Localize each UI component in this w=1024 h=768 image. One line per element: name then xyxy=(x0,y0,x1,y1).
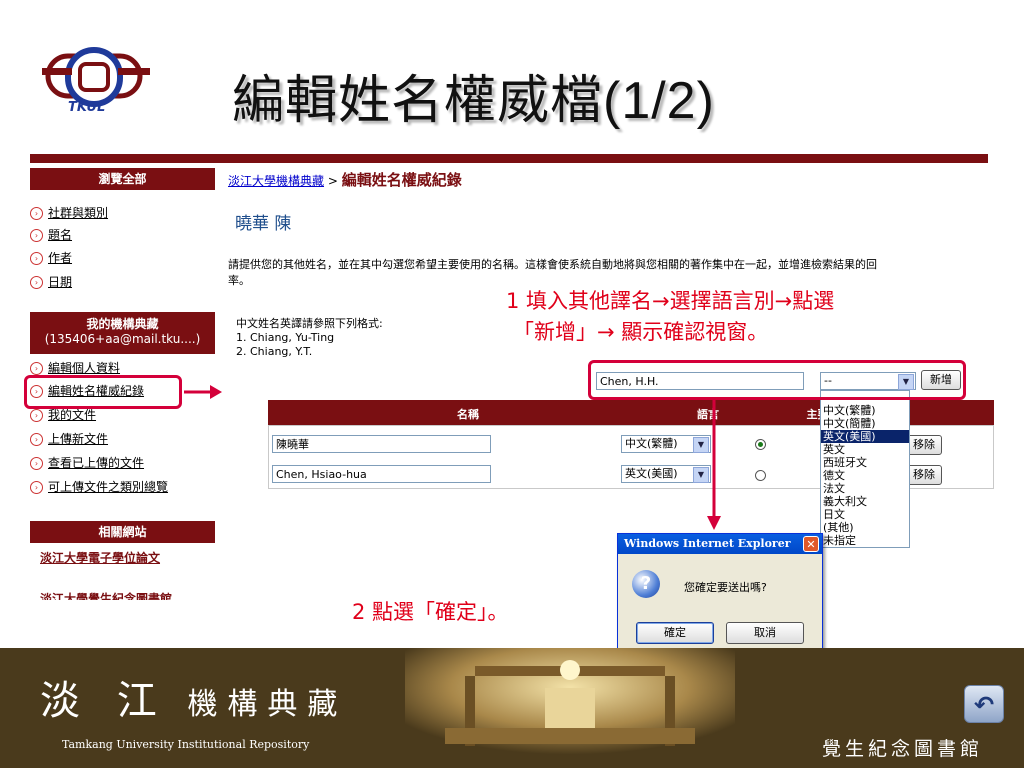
language-value: 中文(繁體) xyxy=(625,437,678,450)
remove-button[interactable]: 移除 xyxy=(906,435,942,455)
name-field[interactable]: 陳曉華 xyxy=(272,435,491,453)
link-etd[interactable]: 淡江大學電子學位論文 xyxy=(40,549,160,566)
format-example-2: 2. Chiang, Y.T. xyxy=(236,345,313,358)
sidebar-item-author[interactable]: › 作者 xyxy=(30,249,72,266)
format-label: 中文姓名英譯請參照下列格式: xyxy=(236,317,383,330)
logo-text: TKUL xyxy=(68,100,106,115)
dropdown-option[interactable]: 西班牙文 xyxy=(821,456,909,469)
dropdown-option[interactable]: 中文(簡體) xyxy=(821,417,909,430)
link-library[interactable]: 淡江大學覺生紀念圖書館 xyxy=(40,590,172,600)
dialog-title: Windows Internet Explorer xyxy=(618,534,822,554)
dropdown-option[interactable]: 英文 xyxy=(821,443,909,456)
language-select[interactable]: 英文(美國) ▼ xyxy=(621,465,711,483)
breadcrumb: 淡江大學機構典藏 > 編輯姓名權威紀錄 xyxy=(228,169,462,190)
person-name: 曉華 陳 xyxy=(235,214,292,234)
back-icon[interactable]: ↶ xyxy=(964,685,1004,723)
arrow-circle-icon: › xyxy=(30,433,43,446)
sidebar-item-community[interactable]: › 社群與類別 xyxy=(30,204,108,221)
library-name: 覺生紀念圖書館 xyxy=(822,738,984,760)
arrow-circle-icon: › xyxy=(30,409,43,422)
dropdown-option[interactable]: 義大利文 xyxy=(821,495,909,508)
dialog-message: 您確定要送出嗎? xyxy=(684,581,767,594)
format-example-1: 1. Chiang, Yu-Ting xyxy=(236,331,335,344)
language-select[interactable]: 中文(繁體) ▼ xyxy=(621,435,711,453)
primary-radio[interactable] xyxy=(755,439,766,450)
language-dropdown-list[interactable]: -- 中文(繁體) 中文(簡體) 英文(美國) 英文 西班牙文 德文 法文 義大利文 日文 (其他)… xyxy=(820,390,910,548)
dropdown-option[interactable]: (其他) xyxy=(821,521,909,534)
slide-title: 編輯姓名權威檔(1/2) xyxy=(232,72,715,130)
primary-radio[interactable] xyxy=(755,470,766,481)
question-icon: ? xyxy=(632,570,660,598)
remove-button[interactable]: 移除 xyxy=(906,465,942,485)
breadcrumb-separator: > xyxy=(327,174,338,188)
dropdown-option[interactable]: 英文(美國) xyxy=(821,430,909,443)
confirm-dialog: Windows Internet Explorer ✕ ? 您確定要送出嗎? 確… xyxy=(617,533,823,659)
footer-brand: 淡 江 機構典藏 xyxy=(40,668,347,726)
arrow-left-icon xyxy=(184,385,222,399)
step1-annotation-line2: 「新增」→ 顯示確認視窗。 xyxy=(513,320,769,344)
dropdown-option[interactable]: 未指定 xyxy=(821,534,909,547)
step1-annotation-line1: 1 填入其他譯名→選擇語言別→點選 xyxy=(506,289,835,313)
brand-big: 淡 江 xyxy=(40,678,169,724)
arrow-circle-icon: › xyxy=(30,229,43,242)
brand-english: Tamkang University Institutional Reposit… xyxy=(62,738,310,751)
dropdown-option[interactable]: 法文 xyxy=(821,482,909,495)
dropdown-option[interactable]: 中文(繁體) xyxy=(821,404,909,417)
sidebar-item-date[interactable]: › 日期 xyxy=(30,273,72,290)
arrow-circle-icon: › xyxy=(30,252,43,265)
step2-annotation: 2 點選「確定」。 xyxy=(352,600,509,624)
column-name: 名稱 xyxy=(408,406,528,422)
my-repository-user: (135406+aa@mail.tku....) xyxy=(44,332,201,346)
brand-small: 機構典藏 xyxy=(187,687,348,722)
highlight-sidebar-item xyxy=(24,375,182,409)
sidebar-item-edit-profile[interactable]: › 編輯個人資料 xyxy=(30,359,120,376)
dropdown-option[interactable]: 德文 xyxy=(821,469,909,482)
library-interior-photo xyxy=(405,648,735,760)
sidebar-item-title[interactable]: › 題名 xyxy=(30,226,72,243)
arrow-circle-icon: › xyxy=(30,362,43,375)
arrow-circle-icon: › xyxy=(30,276,43,289)
name-field[interactable]: Chen, Hsiao-hua xyxy=(272,465,491,483)
my-repository-title: 我的機構典藏 xyxy=(86,317,159,331)
arrow-circle-icon: › xyxy=(30,481,43,494)
sidebar-item-upload-new[interactable]: › 上傳新文件 xyxy=(30,430,108,447)
arrow-down-icon xyxy=(707,400,721,530)
table-row: Chen, Hsiao-hua 英文(美國) ▼ 移除 xyxy=(30,163,942,485)
divider xyxy=(30,154,988,163)
related-sites-header: 相關網站 xyxy=(30,521,215,543)
breadcrumb-current: 編輯姓名權威紀錄 xyxy=(341,171,462,189)
instruction-line-2: 率。 xyxy=(228,274,250,287)
highlight-add-row xyxy=(588,360,966,400)
instruction-line-1: 請提供您的其他姓名，並在其中勾選您希望主要使用的名稱。這樣會使系統自動地將與您相… xyxy=(228,258,877,271)
dropdown-option[interactable]: 日文 xyxy=(821,508,909,521)
sidebar-item-category-overview[interactable]: › 可上傳文件之類別總覽 xyxy=(30,478,168,495)
close-icon[interactable]: ✕ xyxy=(803,536,819,552)
sidebar-item-view-uploaded[interactable]: › 查看已上傳的文件 xyxy=(30,454,144,471)
cancel-button[interactable]: 取消 xyxy=(726,622,804,644)
breadcrumb-home-link[interactable]: 淡江大學機構典藏 xyxy=(228,174,324,188)
language-value: 英文(美國) xyxy=(625,467,678,480)
ok-button[interactable]: 確定 xyxy=(636,622,714,644)
arrow-circle-icon: › xyxy=(30,457,43,470)
tkul-logo: TKUL xyxy=(40,42,160,120)
my-repository-header: 我的機構典藏 (135406+aa@mail.tku....) xyxy=(30,312,215,354)
arrow-circle-icon: › xyxy=(30,207,43,220)
